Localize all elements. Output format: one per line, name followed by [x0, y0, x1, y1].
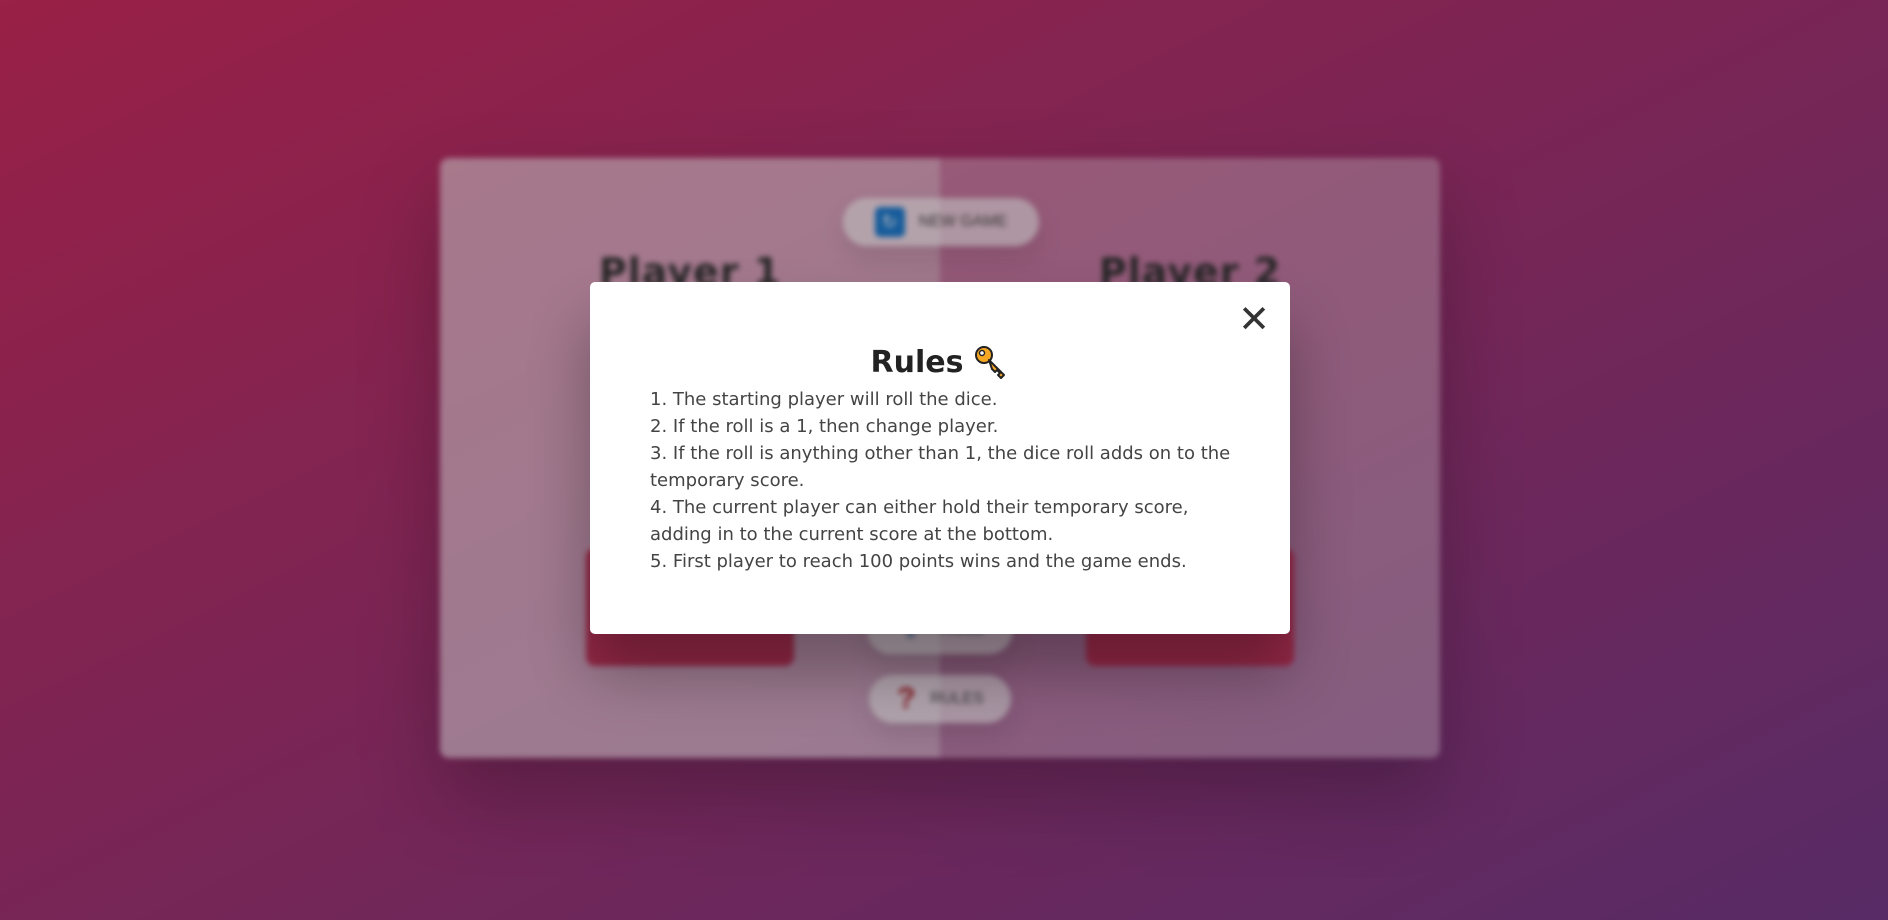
modal-title-text: Rules — [870, 344, 964, 380]
key-icon — [975, 346, 1006, 379]
rule-item: 4. The current player can either hold th… — [650, 497, 1189, 545]
rules-list: 1. The starting player will roll the dic… — [650, 386, 1236, 575]
rule-item: 5. First player to reach 100 points wins… — [650, 551, 1187, 572]
rule-item: 2. If the roll is a 1, then change playe… — [650, 416, 999, 437]
rules-modal: ✕ Rules 1. The starting player will roll… — [590, 282, 1290, 634]
rule-item: 1. The starting player will roll the dic… — [650, 389, 998, 410]
close-modal-button[interactable]: ✕ — [1238, 300, 1270, 338]
modal-title: Rules — [590, 344, 1290, 380]
rule-item: 3. If the roll is anything other than 1,… — [650, 443, 1231, 491]
